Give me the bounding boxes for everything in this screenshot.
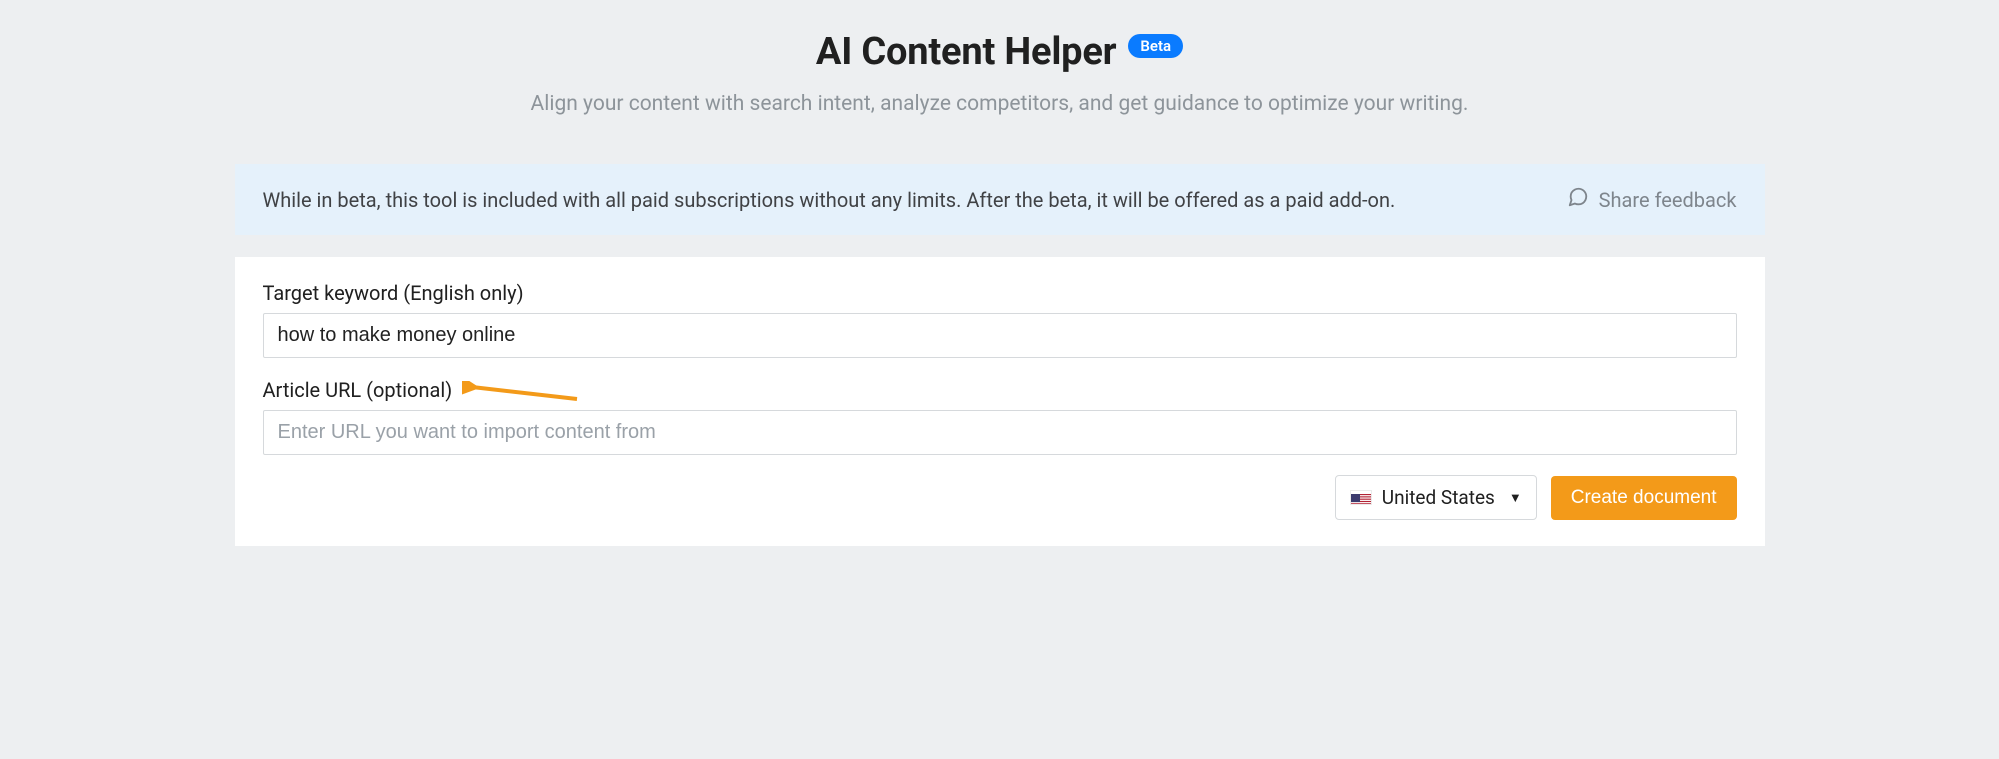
banner-text: While in beta, this tool is included wit… xyxy=(263,188,1396,212)
create-document-button[interactable]: Create document xyxy=(1551,476,1737,520)
feedback-label: Share feedback xyxy=(1599,188,1737,212)
arrow-annotation-icon xyxy=(462,381,582,407)
beta-info-banner: While in beta, this tool is included wit… xyxy=(235,164,1765,235)
page-title: AI Content Helper xyxy=(816,30,1117,74)
keyword-input[interactable] xyxy=(263,313,1737,358)
article-url-label: Article URL (optional) xyxy=(263,378,453,402)
caret-down-icon: ▼ xyxy=(1509,490,1522,506)
country-label: United States xyxy=(1382,486,1495,509)
keyword-label: Target keyword (English only) xyxy=(263,281,524,305)
page-header: AI Content Helper Beta Align your conten… xyxy=(235,30,1765,116)
page-subtitle: Align your content with search intent, a… xyxy=(235,92,1765,116)
speech-bubble-icon xyxy=(1567,186,1589,213)
article-url-input[interactable] xyxy=(263,410,1737,455)
form-panel: Target keyword (English only) Article UR… xyxy=(235,257,1765,546)
country-select[interactable]: United States ▼ xyxy=(1335,475,1537,520)
beta-badge: Beta xyxy=(1128,34,1183,58)
share-feedback-link[interactable]: Share feedback xyxy=(1567,186,1737,213)
us-flag-icon xyxy=(1350,490,1372,505)
